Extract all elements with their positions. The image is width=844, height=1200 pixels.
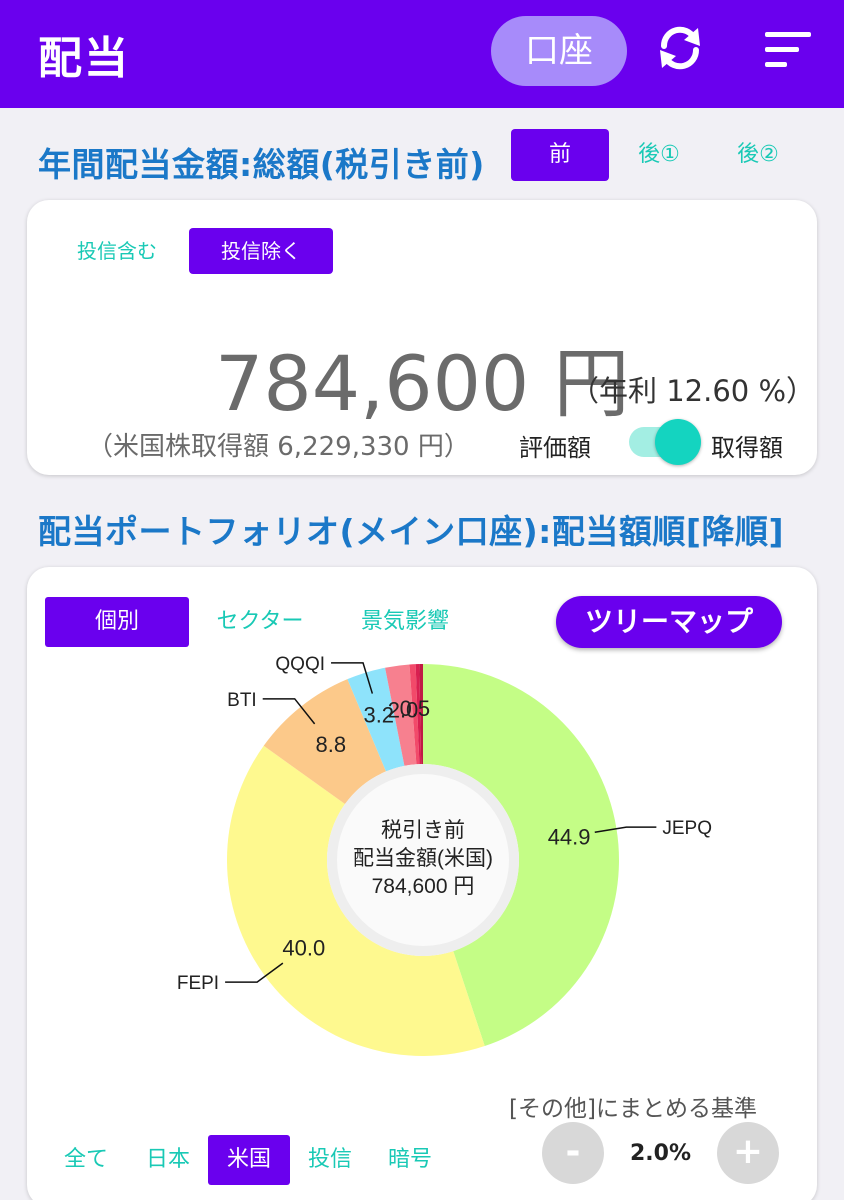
tab-after-tax-1[interactable]: 後① (610, 129, 708, 181)
toggle-label-valuation: 評価額 (519, 434, 591, 462)
tab-region-crypto[interactable]: 暗号 (379, 1135, 441, 1185)
other-group-threshold-label: [その他]にまとめる基準 (509, 1096, 757, 1122)
annual-yield: （年利 12.60 %） (570, 374, 816, 408)
basis-toggle-knob[interactable] (655, 419, 701, 465)
tab-pre-tax[interactable]: 前 (511, 129, 609, 181)
threshold-value: 2.0% (630, 1141, 692, 1166)
slice-value-label: 44.9 (548, 824, 591, 849)
tab-after-tax-2[interactable]: 後② (709, 129, 807, 181)
annual-dividend-amount: 784,600 円 (215, 339, 630, 428)
slice-name-label: FEPI (177, 973, 219, 994)
slice-value-label: 0.5 (400, 696, 431, 721)
center-line-2: 配当金額(米国) (353, 847, 493, 870)
tab-region-funds[interactable]: 投信 (299, 1135, 361, 1185)
center-line-1: 税引き前 (381, 819, 465, 842)
tab-region-japan[interactable]: 日本 (137, 1135, 199, 1185)
tab-include-funds[interactable]: 投信含む (67, 228, 167, 274)
center-line-3: 784,600 円 (372, 875, 475, 898)
app-bar: 配当 口座 (0, 0, 844, 108)
tab-region-all[interactable]: 全て (55, 1135, 117, 1185)
refresh-icon[interactable] (654, 22, 706, 74)
app-title: 配当 (38, 33, 130, 84)
slice-name-label: JEPQ (662, 818, 712, 839)
increase-threshold-button[interactable]: + (717, 1122, 779, 1184)
annual-dividend-title: 年間配当金額:総額(税引き前) (38, 145, 485, 184)
portfolio-card: 個別 セクター 景気影響 ツリーマップ 44.9 JEPQ 40.0 FEPI 8.8 B… (27, 567, 817, 1200)
slice-value-label: 40.0 (282, 936, 325, 961)
slice-value-label: 8.8 (316, 732, 347, 757)
acquisition-amount: （米国株取得額 6,229,330 円） (87, 432, 470, 462)
sort-icon[interactable] (765, 28, 811, 72)
tab-region-us[interactable]: 米国 (208, 1135, 290, 1185)
slice-name-label: BTI (227, 690, 257, 711)
account-button[interactable]: 口座 (491, 16, 627, 86)
tab-exclude-funds[interactable]: 投信除く (189, 228, 333, 274)
slice-name-label: QQQI (275, 654, 325, 675)
dividend-donut-chart: 44.9 JEPQ40.0FEPI8.8BTI3.2QQQI2.00.5 税引き前… (177, 654, 712, 1056)
annual-dividend-card: 投信含む 投信除く 784,600 円 （年利 12.60 %） （米国株取得額… (27, 200, 817, 475)
portfolio-title: 配当ポートフォリオ(メイン口座):配当額順[降順] (38, 512, 785, 551)
decrease-threshold-button[interactable]: - (542, 1122, 604, 1184)
toggle-label-cost: 取得額 (711, 434, 783, 462)
